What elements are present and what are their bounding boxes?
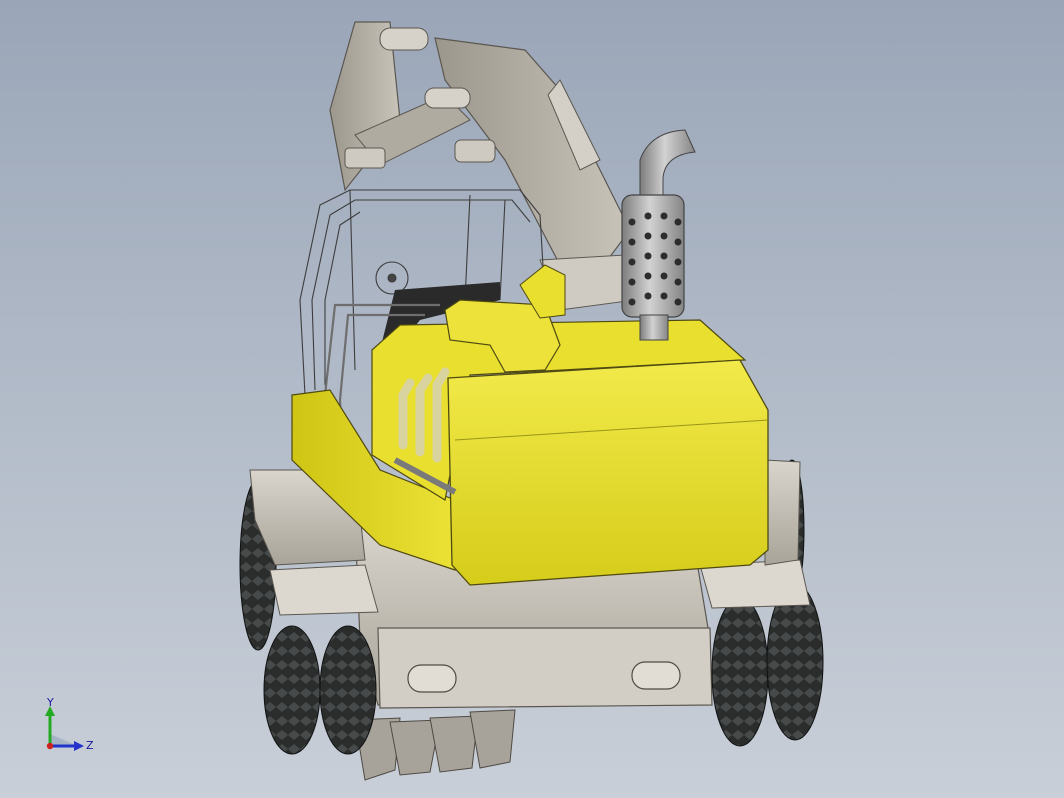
- triad-plane: [50, 734, 78, 746]
- exhaust-stack: [621, 129, 696, 341]
- z-axis-label: Z: [86, 739, 94, 752]
- x-axis-dot: [46, 742, 54, 750]
- axis-triad: Y Z: [45, 698, 94, 752]
- excavator-model[interactable]: [0, 0, 1064, 798]
- y-axis-label: Y: [46, 698, 54, 709]
- cad-viewport[interactable]: Y Z: [0, 0, 1064, 798]
- excavator-boom: [329, 21, 636, 311]
- dozer-blade-teeth: [354, 709, 516, 781]
